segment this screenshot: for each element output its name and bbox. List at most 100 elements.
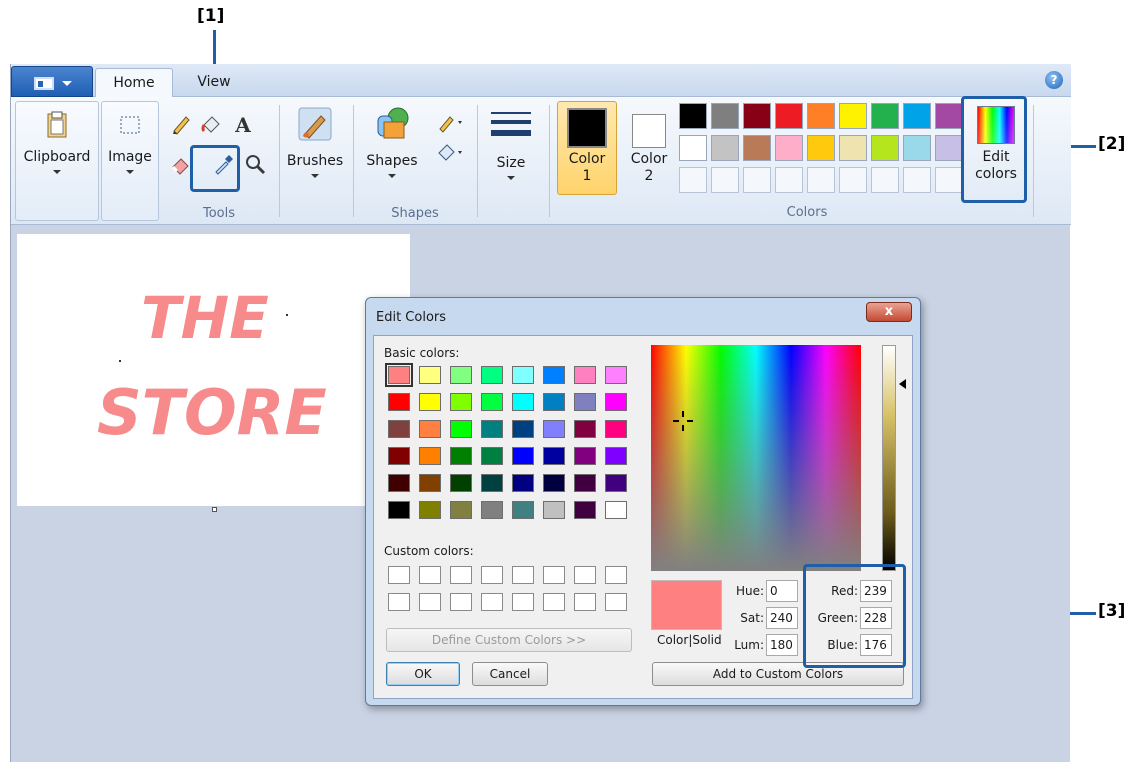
- basic-color-swatch[interactable]: [419, 420, 441, 438]
- palette-swatch[interactable]: [679, 135, 707, 161]
- custom-color-swatch[interactable]: [481, 566, 503, 584]
- luminance-slider[interactable]: [882, 345, 896, 571]
- palette-swatch[interactable]: [935, 103, 963, 129]
- basic-color-swatch[interactable]: [388, 501, 410, 519]
- custom-color-swatch[interactable]: [481, 593, 503, 611]
- basic-color-swatch[interactable]: [574, 393, 596, 411]
- basic-color-swatch[interactable]: [605, 420, 627, 438]
- palette-empty-slot[interactable]: [903, 167, 931, 193]
- color-spectrum[interactable]: [651, 345, 861, 571]
- basic-color-swatch[interactable]: [450, 393, 472, 411]
- basic-color-swatch[interactable]: [419, 366, 441, 384]
- palette-empty-slot[interactable]: [743, 167, 771, 193]
- fill-icon[interactable]: [199, 113, 223, 137]
- basic-color-swatch[interactable]: [388, 393, 410, 411]
- basic-color-swatch[interactable]: [450, 420, 472, 438]
- image-button[interactable]: Image: [101, 101, 159, 221]
- application-menu-button[interactable]: [11, 66, 93, 97]
- basic-color-swatch[interactable]: [385, 363, 413, 387]
- custom-color-swatch[interactable]: [419, 593, 441, 611]
- palette-empty-slot[interactable]: [711, 167, 739, 193]
- palette-swatch[interactable]: [743, 135, 771, 161]
- custom-color-swatch[interactable]: [512, 566, 534, 584]
- palette-swatch[interactable]: [903, 103, 931, 129]
- basic-color-swatch[interactable]: [543, 447, 565, 465]
- basic-color-swatch[interactable]: [605, 366, 627, 384]
- basic-color-swatch[interactable]: [543, 474, 565, 492]
- custom-color-swatch[interactable]: [419, 566, 441, 584]
- outline-icon[interactable]: [435, 111, 467, 135]
- custom-color-swatch[interactable]: [450, 566, 472, 584]
- palette-swatch[interactable]: [743, 103, 771, 129]
- drawing-canvas[interactable]: THE STORE: [17, 234, 410, 506]
- pencil-icon[interactable]: [169, 113, 193, 137]
- basic-color-swatch[interactable]: [481, 393, 503, 411]
- basic-color-swatch[interactable]: [512, 366, 534, 384]
- brushes-button[interactable]: Brushes: [283, 101, 347, 205]
- palette-empty-slot[interactable]: [775, 167, 803, 193]
- palette-swatch[interactable]: [935, 135, 963, 161]
- palette-swatch[interactable]: [711, 103, 739, 129]
- basic-color-swatch[interactable]: [388, 447, 410, 465]
- palette-empty-slot[interactable]: [679, 167, 707, 193]
- basic-color-swatch[interactable]: [605, 474, 627, 492]
- tab-view[interactable]: View: [183, 68, 245, 98]
- text-tool-icon[interactable]: A: [231, 113, 255, 137]
- basic-color-swatch[interactable]: [481, 501, 503, 519]
- basic-color-swatch[interactable]: [605, 447, 627, 465]
- size-button[interactable]: Size: [483, 101, 539, 205]
- color2-button[interactable]: Color 2: [623, 101, 675, 195]
- basic-color-swatch[interactable]: [574, 366, 596, 384]
- custom-color-swatch[interactable]: [574, 566, 596, 584]
- sat-field[interactable]: 240: [766, 607, 798, 629]
- custom-color-swatch[interactable]: [574, 593, 596, 611]
- color1-button[interactable]: Color 1: [557, 101, 617, 195]
- basic-color-swatch[interactable]: [450, 366, 472, 384]
- basic-color-swatch[interactable]: [419, 447, 441, 465]
- close-icon[interactable]: x: [866, 302, 912, 322]
- palette-empty-slot[interactable]: [871, 167, 899, 193]
- palette-empty-slot[interactable]: [935, 167, 963, 193]
- help-icon[interactable]: ?: [1045, 71, 1063, 89]
- palette-swatch[interactable]: [871, 135, 899, 161]
- basic-color-swatch[interactable]: [481, 420, 503, 438]
- custom-color-swatch[interactable]: [388, 593, 410, 611]
- clipboard-button[interactable]: Clipboard: [15, 101, 99, 221]
- custom-color-swatch[interactable]: [605, 593, 627, 611]
- basic-color-swatch[interactable]: [512, 393, 534, 411]
- basic-color-swatch[interactable]: [512, 447, 534, 465]
- basic-color-swatch[interactable]: [543, 501, 565, 519]
- palette-swatch[interactable]: [679, 103, 707, 129]
- basic-color-swatch[interactable]: [419, 474, 441, 492]
- magnifier-icon[interactable]: [243, 153, 267, 177]
- palette-swatch[interactable]: [711, 135, 739, 161]
- basic-color-swatch[interactable]: [419, 501, 441, 519]
- palette-swatch[interactable]: [807, 103, 835, 129]
- basic-color-swatch[interactable]: [543, 393, 565, 411]
- basic-color-swatch[interactable]: [574, 420, 596, 438]
- basic-color-swatch[interactable]: [481, 447, 503, 465]
- custom-color-swatch[interactable]: [388, 566, 410, 584]
- basic-color-swatch[interactable]: [388, 474, 410, 492]
- basic-color-swatch[interactable]: [543, 420, 565, 438]
- define-custom-colors-button[interactable]: Define Custom Colors >>: [386, 628, 632, 652]
- basic-color-swatch[interactable]: [450, 501, 472, 519]
- basic-color-swatch[interactable]: [450, 474, 472, 492]
- palette-swatch[interactable]: [775, 135, 803, 161]
- lum-field[interactable]: 180: [766, 634, 798, 656]
- cancel-button[interactable]: Cancel: [472, 662, 548, 686]
- basic-color-swatch[interactable]: [543, 366, 565, 384]
- shapes-button[interactable]: Shapes: [361, 101, 423, 205]
- basic-color-swatch[interactable]: [450, 447, 472, 465]
- basic-color-swatch[interactable]: [574, 474, 596, 492]
- palette-swatch[interactable]: [807, 135, 835, 161]
- palette-swatch[interactable]: [871, 103, 899, 129]
- luminance-arrow-icon[interactable]: [899, 379, 906, 389]
- ok-button[interactable]: OK: [386, 662, 460, 686]
- palette-swatch[interactable]: [775, 103, 803, 129]
- basic-color-swatch[interactable]: [512, 420, 534, 438]
- basic-color-swatch[interactable]: [574, 447, 596, 465]
- custom-color-swatch[interactable]: [512, 593, 534, 611]
- basic-color-swatch[interactable]: [388, 420, 410, 438]
- basic-color-swatch[interactable]: [512, 474, 534, 492]
